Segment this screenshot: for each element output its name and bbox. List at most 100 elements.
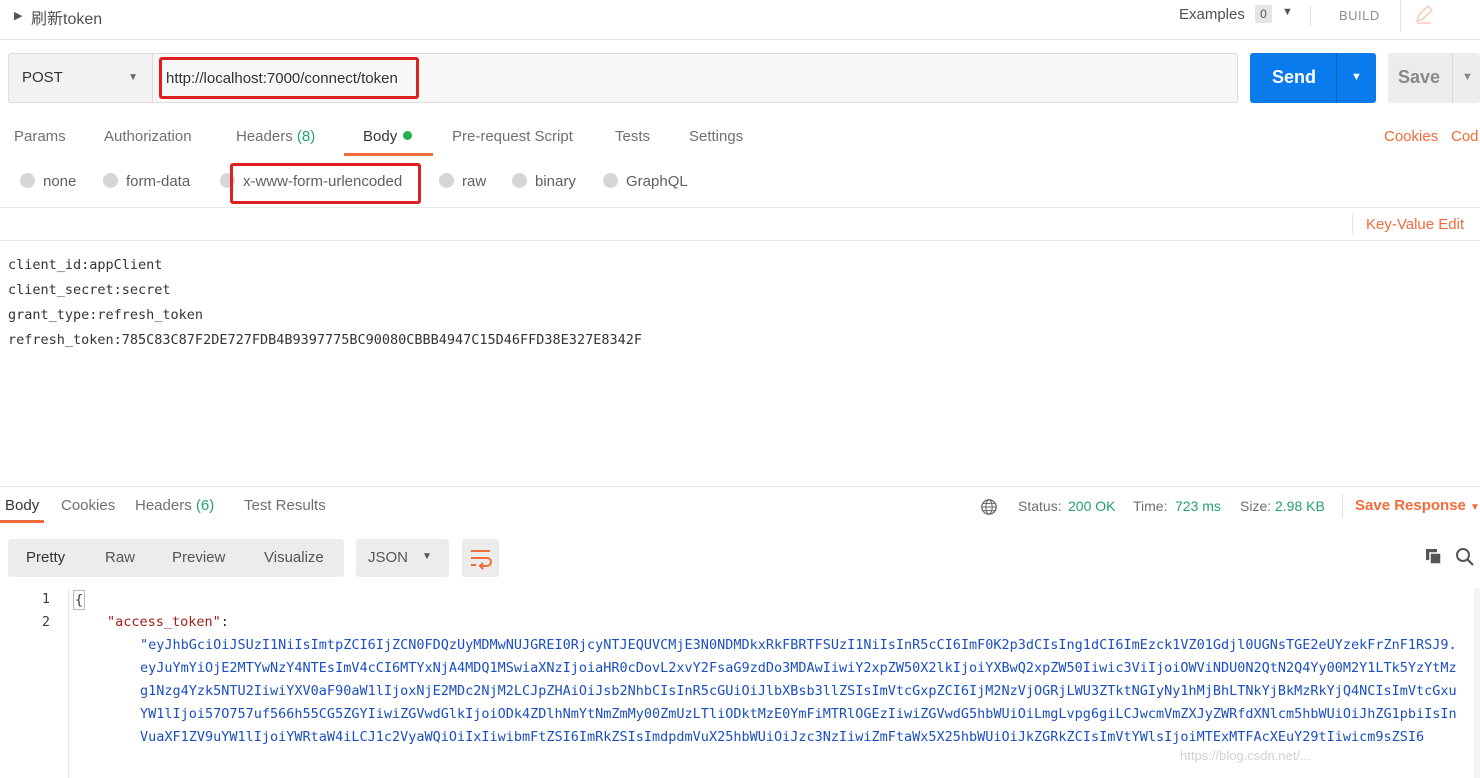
send-button[interactable]: Send ▼ xyxy=(1250,53,1376,103)
radio-circle xyxy=(103,173,118,188)
build-button[interactable]: BUILD xyxy=(1339,8,1380,23)
response-tab-cookies[interactable]: Cookies xyxy=(61,497,115,514)
status-value: 200 OK xyxy=(1068,498,1116,514)
bulk-line: client_secret:secret xyxy=(8,282,171,298)
tab-headers-count: (8) xyxy=(296,128,316,145)
cookies-link[interactable]: Cookies xyxy=(1384,128,1438,145)
gutter-divider xyxy=(68,588,69,778)
tab-body[interactable]: Body xyxy=(363,128,413,145)
view-preview[interactable]: Preview xyxy=(172,549,225,566)
save-label: Save xyxy=(1398,67,1441,87)
divider xyxy=(1336,53,1337,103)
response-tab-headers[interactable]: Headers (6) xyxy=(135,497,214,514)
chevron-down-icon[interactable]: ▼ xyxy=(1462,71,1473,83)
json-key: "access_token" xyxy=(107,614,221,630)
bulk-line: client_id:appClient xyxy=(8,257,163,273)
divider xyxy=(1342,494,1343,518)
divider xyxy=(1352,213,1353,235)
view-raw[interactable]: Raw xyxy=(105,549,135,566)
line-number: 2 xyxy=(41,614,50,630)
tab-settings[interactable]: Settings xyxy=(689,128,743,145)
chevron-down-icon[interactable]: ▼ xyxy=(1351,71,1362,83)
chevron-down-icon: ▼ xyxy=(422,551,432,562)
save-button[interactable]: Save ▼ xyxy=(1388,53,1480,103)
body-active-dot xyxy=(403,131,413,140)
time-value: 723 ms xyxy=(1175,498,1221,514)
format-select[interactable]: JSON ▼ xyxy=(356,539,449,577)
chevron-down-icon[interactable]: ▼ xyxy=(1470,502,1480,513)
examples-count-badge: 0 xyxy=(1255,5,1272,23)
format-value: JSON xyxy=(368,549,409,566)
tab-headers-label: Headers xyxy=(236,128,293,145)
radio-circle xyxy=(603,173,618,188)
json-key-line: "access_token": xyxy=(107,611,229,634)
view-pretty[interactable]: Pretty xyxy=(26,549,65,566)
examples-button[interactable]: Examples xyxy=(1179,6,1245,23)
method-select[interactable]: POST ▼ xyxy=(8,53,152,103)
send-label: Send xyxy=(1272,67,1317,87)
scrollbar[interactable] xyxy=(1474,588,1480,778)
top-bar: ▶ 刷新token Examples 0 ▼ BUILD xyxy=(0,0,1480,40)
status-label: Status: xyxy=(1018,498,1062,514)
radio-binary[interactable]: binary xyxy=(512,173,576,190)
line-number: 1 xyxy=(41,591,50,607)
divider xyxy=(1400,0,1401,32)
wrap-lines-icon xyxy=(471,550,492,570)
copy-icon[interactable] xyxy=(1424,547,1444,567)
response-tab-headers-label: Headers xyxy=(135,497,192,514)
code-link[interactable]: Cod xyxy=(1451,128,1479,145)
watermark-text: https://blog.csdn.net/... xyxy=(1180,748,1311,763)
active-tab-underline xyxy=(0,520,44,523)
radio-binary-label: binary xyxy=(535,173,576,190)
method-value: POST xyxy=(22,69,63,86)
tab-authorization[interactable]: Authorization xyxy=(104,128,192,145)
divider xyxy=(1452,53,1453,103)
chevron-down-icon[interactable]: ▼ xyxy=(1282,6,1293,18)
radio-circle xyxy=(20,173,35,188)
radio-circle xyxy=(439,173,454,188)
radio-none[interactable]: none xyxy=(20,173,76,190)
response-tab-test-results[interactable]: Test Results xyxy=(244,497,326,514)
active-tab-underline xyxy=(344,153,433,156)
url-highlight-box xyxy=(159,57,419,99)
view-mode-group: Pretty Raw Preview Visualize xyxy=(8,539,344,577)
radio-raw[interactable]: raw xyxy=(439,173,486,190)
size-label: Size: xyxy=(1240,498,1272,514)
chevron-down-icon: ▼ xyxy=(128,72,138,83)
radio-graphql[interactable]: GraphQL xyxy=(603,173,688,190)
open-brace: { xyxy=(73,590,86,610)
radio-none-label: none xyxy=(43,173,77,190)
radio-circle xyxy=(512,173,527,188)
save-response-button[interactable]: Save Response xyxy=(1355,497,1466,514)
wrap-lines-button[interactable] xyxy=(462,539,499,577)
urlencoded-highlight-box xyxy=(230,163,421,204)
time-label: Time: xyxy=(1133,498,1168,514)
globe-icon[interactable] xyxy=(980,498,998,516)
response-tab-headers-count: (6) xyxy=(195,497,215,514)
tab-params[interactable]: Params xyxy=(14,128,66,145)
request-title[interactable]: 刷新token xyxy=(31,5,102,29)
divider xyxy=(0,207,1480,208)
tab-prerequest-script[interactable]: Pre-request Script xyxy=(452,128,573,145)
divider xyxy=(1310,6,1311,26)
pencil-icon[interactable] xyxy=(1412,2,1436,26)
tab-tests[interactable]: Tests xyxy=(615,128,650,145)
divider xyxy=(0,240,1480,241)
radio-graphql-label: GraphQL xyxy=(626,173,688,190)
divider xyxy=(0,486,1480,487)
radio-raw-label: raw xyxy=(462,173,487,190)
key-value-edit-toggle[interactable]: Key-Value Edit xyxy=(1366,216,1464,233)
size-value: 2.98 KB xyxy=(1275,498,1325,514)
radio-form-data[interactable]: form-data xyxy=(103,173,190,190)
tab-headers[interactable]: Headers (8) xyxy=(236,128,315,145)
view-visualize[interactable]: Visualize xyxy=(264,549,324,566)
response-tab-body[interactable]: Body xyxy=(5,497,39,514)
json-colon: : xyxy=(220,614,229,630)
search-icon[interactable] xyxy=(1455,547,1475,567)
tab-body-label: Body xyxy=(363,128,398,145)
bulk-line: refresh_token:785C83C87F2DE727FDB4B93977… xyxy=(8,332,642,348)
radio-form-data-label: form-data xyxy=(126,173,191,190)
access-token-value: "eyJhbGciOiJSUzI1NiIsImtpZCI6IjZCN0FDQzU… xyxy=(140,637,1457,745)
collapse-caret-icon[interactable]: ▶ xyxy=(14,9,22,22)
bulk-line: grant_type:refresh_token xyxy=(8,307,204,323)
